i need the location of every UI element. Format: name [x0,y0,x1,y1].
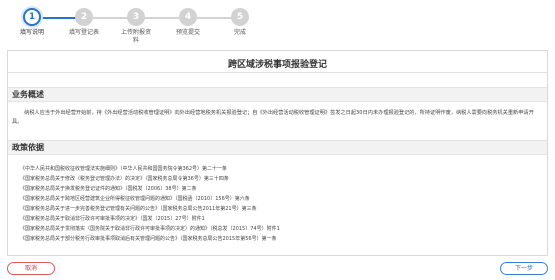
summary-section-header: 业务概述 [8,87,547,102]
step-2-label: 填写登记表 [68,29,99,36]
step-4-number: 4 [179,8,197,26]
step-2: 2 填写登记表 [54,8,114,37]
step-1: 1 填写说明 [2,8,62,37]
next-step-button[interactable]: 下一步 [500,262,548,275]
step-3-number: 3 [127,8,145,26]
content-panel: 跨区域涉税事项报验登记 业务概述 纳税人应当于外出经营开始前，持《外出经营活动税… [7,50,548,256]
policy-list: 《中华人民共和国税收征收管理法实施细则》（中华人民共和国国务院令第362号）第二… [20,164,540,244]
step-5: 5 完成 [210,8,270,37]
summary-text: 纳税人应当于外出经营开始前，持《外出经营活动税收管理证明》向外出经营地税务机关报… [12,110,534,125]
policy-item: 《国家税务总局关于取消非行政许可审批事项的决定》（国发〔2015〕27号）附件1 [20,216,205,222]
step-1-number: 1 [23,8,41,26]
policy-item: 《国家税务总局关于贯彻落实〈国务院关于取消非行政许可审批事项的决定〉的通知》（税… [20,226,280,232]
title-divider [8,72,547,73]
policy-item: 《国家税务总局关于换发税务登记证件的通知》（国税发〔2006〕38号）第二条 [20,186,197,192]
step-5-number: 5 [231,8,249,26]
step-3: 3 上传附报资料 [106,8,166,45]
policy-item: 《国家税务总局关于部分税务行政审批事项取消后有关管理问题的公告》（国家税务总局公… [20,236,277,242]
step-4-label: 预览提交 [175,29,200,36]
step-2-number: 2 [75,8,93,26]
page-title: 跨区域涉税事项报验登记 [227,60,327,70]
step-1-label: 填写说明 [19,29,44,36]
step-4: 4 预览提交 [158,8,218,37]
policy-item: 《国家税务总局关于跨地区经营建筑企业所得税征收管理问题的通知》（国税函〔2010… [20,196,250,202]
policy-item: 《中华人民共和国税收征收管理法实施细则》（中华人民共和国国务院令第362号）第二… [20,166,228,172]
policy-item: 《国家税务总局关于修改〈税务登记管理办法〉的决定》（国家税务总局令第36号）第三… [20,176,229,182]
step-5-label: 完成 [233,29,246,36]
progress-stepper: 1 填写说明 2 填写登记表 3 上传附报资料 4 预览提交 5 完成 [0,0,555,48]
step-3-label: 上传附报资料 [120,29,151,44]
policy-section-header: 政策依据 [8,140,547,155]
policy-item: 《国家税务总局关于进一步完善税务登记管理有关问题的公告》（国家税务总局公告201… [20,206,257,212]
cancel-button[interactable]: 取消 [7,262,55,275]
